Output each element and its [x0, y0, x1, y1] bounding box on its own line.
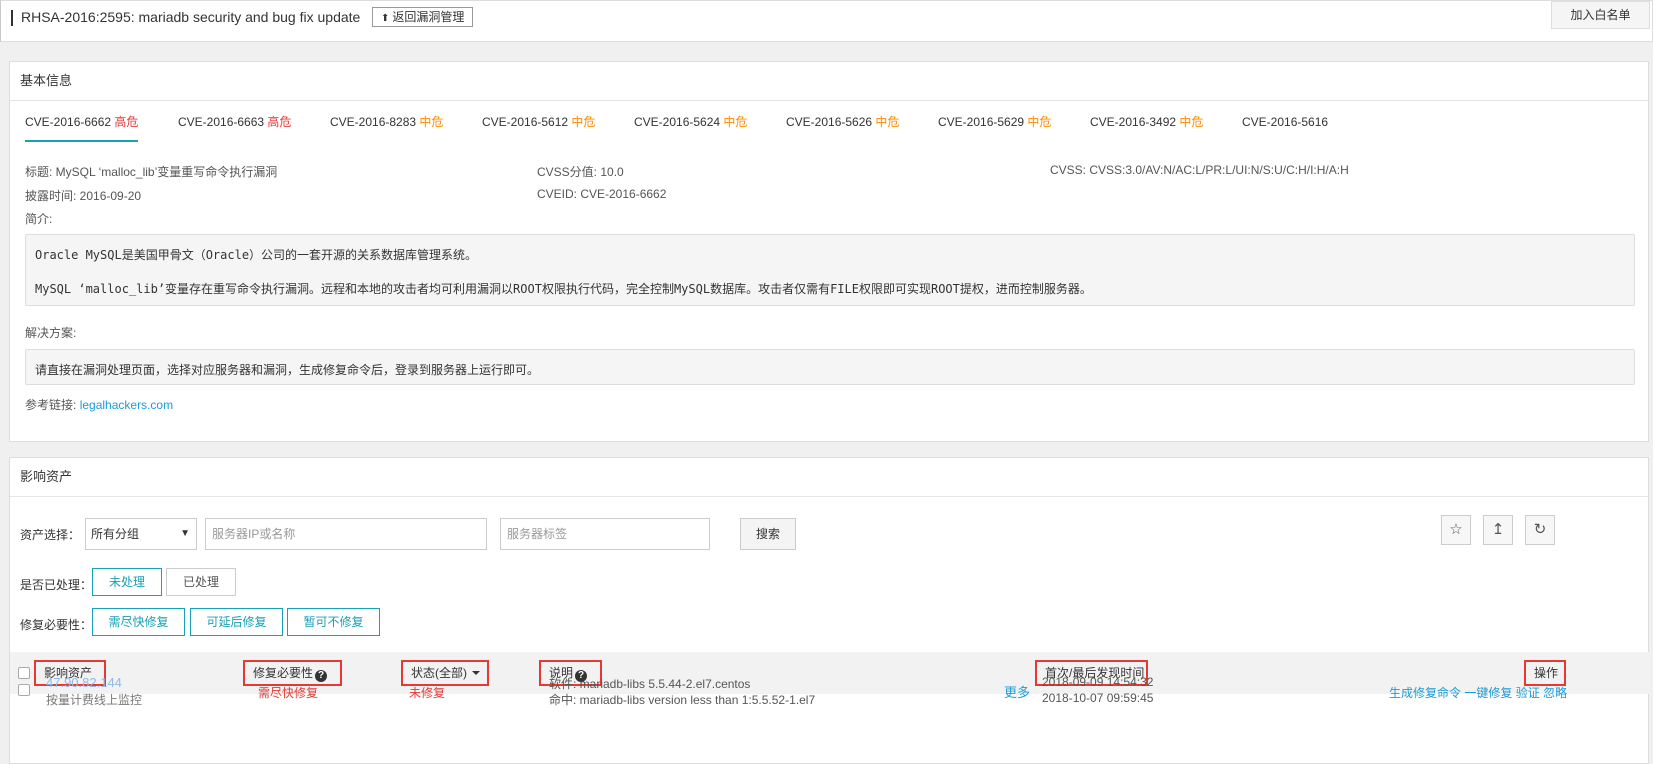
reference-label: 参考链接: [25, 398, 77, 412]
tab-cve-id: CVE-2016-5616 [1242, 115, 1329, 129]
tab-cve-id: CVE-2016-5629 [938, 115, 1025, 129]
column-operations: 操作 [1524, 660, 1566, 686]
severity-badge: 中危 [875, 115, 900, 129]
vuln-title: 标题: MySQL ‘malloc_lib’变量重写命令执行漏洞 [25, 165, 278, 179]
star-button[interactable]: ☆ [1441, 515, 1471, 545]
last-seen-time: 2018-10-07 09:59:45 [1042, 691, 1154, 705]
severity-badge: 中危 [1027, 115, 1052, 129]
severity-badge: 中危 [1179, 115, 1204, 129]
server-ip-input[interactable]: 服务器IP或名称 [205, 518, 487, 550]
tab-cve-id: CVE-2016-8283 [330, 115, 417, 129]
first-seen-time: 2018-09-09 14:54:32 [1042, 675, 1154, 689]
cvss-score: CVSS分值: 10.0 [537, 165, 624, 179]
export-button[interactable]: ↥ [1483, 515, 1513, 545]
chip-fix-asap[interactable]: 需尽快修复 [92, 608, 185, 636]
column-status-label: 状态(全部) [411, 666, 467, 680]
intro-box: Oracle MySQL是美国甲骨文（Oracle）公司的一套开源的关系数据库管… [25, 234, 1635, 306]
add-to-whitelist-button[interactable]: 加入白名单 [1551, 1, 1650, 29]
group-select[interactable]: 所有分组 ▼ [85, 518, 197, 550]
one-click-fix-link[interactable]: 一键修复 [1464, 686, 1512, 700]
generate-fix-command-link[interactable]: 生成修复命令 [1389, 686, 1461, 700]
group-select-value: 所有分组 [91, 527, 140, 541]
tab-cve-id: CVE-2016-6662 [25, 115, 112, 129]
refresh-button[interactable]: ↻ [1525, 515, 1555, 545]
basic-info-panel: 基本信息 CVE-2016-6662 高危 CVE-2016-6663 高危 C… [9, 61, 1649, 442]
intro-paragraph-2: MySQL ‘malloc_lib’变量存在重写命令执行漏洞。远程和本地的攻击者… [35, 282, 1092, 296]
tab-cve-7[interactable]: CVE-2016-3492 中危 [1090, 112, 1203, 142]
chip-processed[interactable]: 已处理 [166, 568, 236, 596]
tab-cve-id: CVE-2016-5626 [786, 115, 873, 129]
tab-cve-3[interactable]: CVE-2016-5612 中危 [482, 112, 595, 142]
match-info: 命中: mariadb-libs version less than 1:5.5… [549, 693, 816, 707]
status-value: 未修复 [409, 686, 446, 700]
solution-text: 请直接在漏洞处理页面，选择对应服务器和漏洞，生成修复命令后，登录到服务器上运行即… [35, 363, 540, 377]
affected-assets-panel: 影响资产 资产选择： 所有分组 ▼ 服务器IP或名称 服务器标签 搜索 ☆ ↥ ↻… [9, 457, 1650, 764]
up-arrow-icon: ⬆ [381, 13, 390, 24]
column-fix-necessity-label: 修复必要性 [253, 666, 314, 680]
severity-badge: 中危 [571, 115, 596, 129]
tab-cve-5[interactable]: CVE-2016-5626 中危 [786, 112, 899, 142]
solution-label: 解决方案: [25, 326, 77, 340]
search-button[interactable]: 搜索 [740, 518, 796, 550]
solution-box: 请直接在漏洞处理页面，选择对应服务器和漏洞，生成修复命令后，登录到服务器上运行即… [25, 349, 1635, 385]
processed-label: 是否已处理： [20, 578, 93, 592]
server-tag-input[interactable]: 服务器标签 [500, 518, 710, 550]
chip-no-fix-needed[interactable]: 暂可不修复 [287, 608, 380, 636]
tab-cve-8[interactable]: CVE-2016-5616 [1242, 112, 1328, 142]
row-actions: 生成修复命令 一键修复 验证 忽略 [1389, 684, 1567, 701]
software-info: 软件: mariadb-libs 5.5.44-2.el7.centos [549, 677, 751, 691]
back-button-label: 返回漏洞管理 [392, 10, 465, 24]
basic-info-heading: 基本信息 [10, 62, 1648, 101]
tab-cve-6[interactable]: CVE-2016-5629 中危 [938, 112, 1051, 142]
caret-down-icon: ▼ [180, 528, 190, 539]
reference-link[interactable]: legalhackers.com [80, 398, 173, 412]
disclosure-date: 披露时间: 2016-09-20 [25, 189, 142, 203]
tab-cve-id: CVE-2016-6663 [178, 115, 265, 129]
ignore-link[interactable]: 忽略 [1543, 686, 1567, 700]
tab-cve-4[interactable]: CVE-2016-5624 中危 [634, 112, 747, 142]
cve-id: CVEID: CVE-2016-6662 [537, 187, 667, 201]
tab-cve-id: CVE-2016-3492 [1090, 115, 1177, 129]
tab-cve-id: CVE-2016-5612 [482, 115, 569, 129]
select-all-checkbox[interactable] [18, 667, 30, 679]
severity-badge: 中危 [723, 115, 748, 129]
tab-cve-id: CVE-2016-5624 [634, 115, 721, 129]
question-icon[interactable]: ? [315, 670, 328, 682]
necessity-label: 修复必要性： [20, 618, 93, 632]
reference-row: 参考链接: legalhackers.com [25, 396, 173, 413]
column-status-filter[interactable]: 状态(全部) [401, 660, 489, 686]
intro-label: 简介: [25, 212, 53, 226]
page-title: RHSA-2016:2595: mariadb security and bug… [21, 9, 361, 25]
star-icon: ☆ [1449, 521, 1463, 538]
top-bar: RHSA-2016:2595: mariadb security and bug… [0, 0, 1653, 42]
cve-tabs: CVE-2016-6662 高危 CVE-2016-6663 高危 CVE-20… [10, 112, 1648, 142]
affected-assets-heading: 影响资产 [10, 458, 1648, 497]
export-icon: ↥ [1491, 521, 1505, 538]
chip-unprocessed[interactable]: 未处理 [92, 568, 162, 596]
cvss-vector: CVSS: CVSS:3.0/AV:N/AC:L/PR:L/UI:N/S:U/C… [1050, 163, 1349, 177]
row-checkbox[interactable] [18, 684, 30, 696]
title-accent-bar [11, 10, 13, 26]
tab-cve-2[interactable]: CVE-2016-8283 中危 [330, 112, 443, 142]
tab-cve-0[interactable]: CVE-2016-6662 高危 [25, 112, 139, 142]
back-to-vuln-management-button[interactable]: ⬆ 返回漏洞管理 [372, 7, 474, 27]
refresh-icon: ↻ [1533, 521, 1547, 538]
chip-fix-later[interactable]: 可延后修复 [190, 608, 283, 636]
asset-billing-label: 按量计费线上监控 [46, 693, 143, 707]
verify-link[interactable]: 验证 [1516, 686, 1540, 700]
caret-down-icon [472, 671, 480, 675]
column-fix-necessity[interactable]: 修复必要性? [243, 660, 342, 686]
tab-cve-1[interactable]: CVE-2016-6663 高危 [178, 112, 291, 142]
fix-necessity-value: 需尽快修复 [258, 686, 319, 700]
intro-paragraph-1: Oracle MySQL是美国甲骨文（Oracle）公司的一套开源的关系数据库管… [35, 248, 478, 262]
asset-ip-link[interactable]: 47.90.82.144 [46, 675, 122, 690]
severity-badge: 高危 [114, 115, 139, 129]
severity-badge: 中危 [419, 115, 444, 129]
more-link[interactable]: 更多 [1004, 682, 1030, 701]
severity-badge: 高危 [267, 115, 292, 129]
asset-select-label: 资产选择： [20, 528, 81, 542]
